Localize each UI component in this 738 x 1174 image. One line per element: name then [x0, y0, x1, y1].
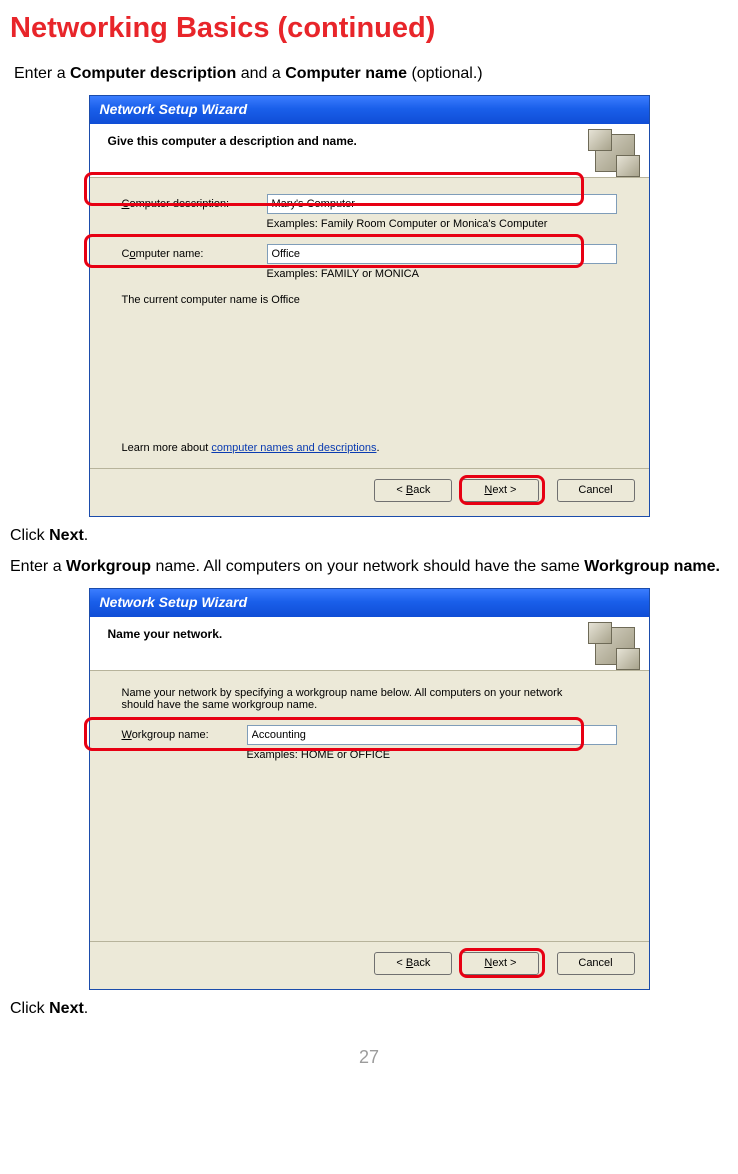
workgroup-row: Workgroup name:	[122, 725, 617, 745]
text: name. All computers on your network shou…	[151, 558, 584, 575]
text: omputer description:	[129, 198, 229, 210]
text: ack	[413, 957, 430, 969]
titlebar: Network Setup Wizard	[90, 96, 649, 124]
bold-text: Workgroup name.	[584, 558, 720, 575]
wizard-dialog-2: Network Setup Wizard Name your network. …	[89, 588, 650, 990]
network-icon	[595, 627, 635, 665]
wizard-dialog-1: Network Setup Wizard Give this computer …	[89, 95, 650, 517]
text: mputer name:	[136, 248, 204, 260]
learn-more-link[interactable]: computer names and descriptions	[211, 442, 376, 454]
next-button[interactable]: Next >	[461, 952, 539, 975]
bold-text: Workgroup	[66, 558, 151, 575]
learn-more: Learn more about computer names and desc…	[122, 442, 380, 454]
text: <	[396, 484, 405, 496]
computer-name-label: Computer name:	[122, 248, 267, 260]
computer-description-label: Computer description:	[122, 198, 267, 210]
button-row: < Back Next > Cancel	[90, 942, 649, 989]
text: .	[84, 1000, 88, 1017]
bold-text: Next	[49, 527, 84, 544]
text: ext >	[492, 957, 516, 969]
cancel-button[interactable]: Cancel	[557, 952, 635, 975]
computer-description-row: Computer description:	[122, 194, 617, 214]
bold-text: Computer name	[285, 65, 407, 82]
text: Learn more about	[122, 442, 212, 454]
wizard-intro-text: Name your network by specifying a workgr…	[122, 687, 592, 711]
computer-name-input[interactable]	[267, 244, 617, 264]
text: .	[84, 527, 88, 544]
network-icon	[595, 134, 635, 172]
computer-name-row: Computer name:	[122, 244, 617, 264]
wizard-body: Computer description: Examples: Family R…	[90, 178, 649, 468]
text: Enter a	[10, 558, 66, 575]
wizard-header-text: Name your network.	[108, 627, 637, 641]
workgroup-input[interactable]	[247, 725, 617, 745]
wizard-header: Name your network.	[90, 617, 649, 671]
page-number: 27	[10, 1047, 728, 1068]
wizard-header-text: Give this computer a description and nam…	[108, 134, 637, 148]
bold-text: Next	[49, 1000, 84, 1017]
text: orkgroup name:	[132, 729, 209, 741]
text: and a	[236, 65, 285, 82]
text: (optional.)	[407, 65, 483, 82]
click-next-2: Click Next.	[10, 998, 728, 1020]
computer-name-example: Examples: FAMILY or MONICA	[267, 268, 617, 280]
text: Enter a	[14, 65, 70, 82]
instruction-1: Enter a Computer description and a Compu…	[14, 63, 728, 85]
bold-text: Computer description	[70, 65, 236, 82]
click-next-1: Click Next.	[10, 525, 728, 547]
back-button[interactable]: < Back	[374, 479, 452, 502]
wizard-header: Give this computer a description and nam…	[90, 124, 649, 178]
titlebar: Network Setup Wizard	[90, 589, 649, 617]
instruction-2: Enter a Workgroup name. All computers on…	[10, 556, 728, 578]
workgroup-label: Workgroup name:	[122, 729, 247, 741]
text: <	[396, 957, 405, 969]
text: Click	[10, 1000, 49, 1017]
workgroup-example: Examples: HOME or OFFICE	[247, 749, 617, 761]
back-button[interactable]: < Back	[374, 952, 452, 975]
text: W	[122, 729, 132, 741]
wizard-body: Name your network by specifying a workgr…	[90, 671, 649, 941]
text: ext >	[492, 484, 516, 496]
computer-description-input[interactable]	[267, 194, 617, 214]
text: Click	[10, 527, 49, 544]
current-computer-name: The current computer name is Office	[122, 294, 617, 306]
next-button[interactable]: Next >	[461, 479, 539, 502]
page-title: Networking Basics (continued)	[10, 12, 728, 45]
cancel-button[interactable]: Cancel	[557, 479, 635, 502]
text: .	[376, 442, 379, 454]
computer-description-example: Examples: Family Room Computer or Monica…	[267, 218, 617, 230]
button-row: < Back Next > Cancel	[90, 469, 649, 516]
text: ack	[413, 484, 430, 496]
